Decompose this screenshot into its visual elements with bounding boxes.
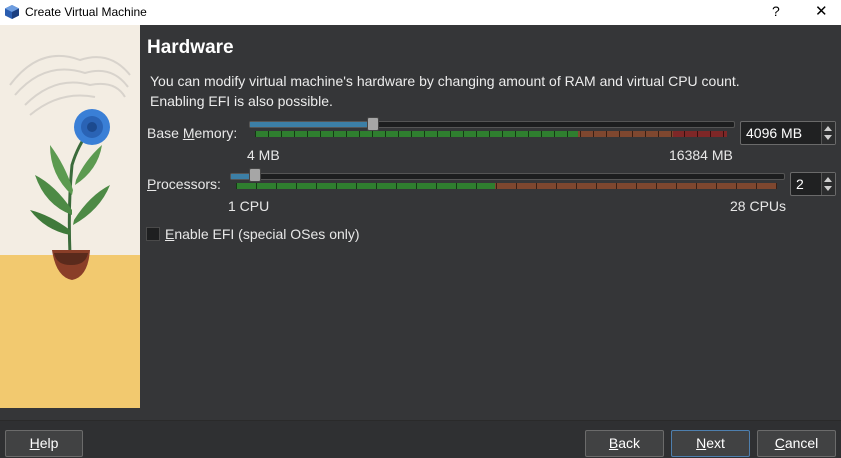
memory-slider-fill: [250, 122, 373, 127]
processors-max-label: 28 CPUs: [730, 198, 787, 214]
cancel-button[interactable]: Cancel: [757, 430, 836, 457]
window-title: Create Virtual Machine: [25, 5, 147, 19]
potted-flower-illustration: [0, 25, 140, 408]
processors-min-label: 1 CPU: [228, 198, 270, 214]
processors-slider-track[interactable]: [230, 173, 785, 180]
memory-value[interactable]: 4096 MB: [746, 125, 802, 141]
memory-slider-tick-marks: [255, 131, 727, 137]
help-button[interactable]: Help: [5, 430, 83, 457]
spin-up-icon[interactable]: [824, 177, 832, 182]
memory-min-label: 4 MB: [247, 147, 280, 163]
processors-slider-handle[interactable]: [249, 168, 261, 182]
processors-slider-tick-marks: [236, 183, 777, 189]
memory-slider-track[interactable]: [249, 121, 735, 128]
processors-spinbox[interactable]: 2: [790, 172, 836, 196]
memory-slider-handle[interactable]: [367, 117, 379, 131]
enable-efi-label[interactable]: Enable EFI (special OSes only): [165, 226, 360, 242]
processors-value[interactable]: 2: [796, 176, 804, 192]
back-button[interactable]: Back: [585, 430, 664, 457]
virtualbox-icon: [5, 5, 19, 19]
memory-spin-arrows[interactable]: [821, 122, 835, 144]
next-button[interactable]: Next: [671, 430, 750, 457]
spin-up-icon[interactable]: [824, 126, 832, 131]
processors-label: Processors:: [147, 176, 221, 192]
spin-down-icon[interactable]: [824, 135, 832, 140]
blue-flower-icon: [74, 109, 110, 145]
wizard-illustration: [0, 25, 140, 408]
page-title: Hardware: [147, 37, 234, 58]
memory-spinbox[interactable]: 4096 MB: [740, 121, 836, 145]
help-icon[interactable]: ?: [772, 3, 780, 19]
processors-spin-arrows[interactable]: [821, 173, 835, 195]
close-icon[interactable]: ✕: [815, 2, 828, 20]
memory-max-label: 16384 MB: [669, 147, 733, 163]
page-description: You can modify virtual machine's hardwar…: [150, 73, 740, 109]
title-bar: Create Virtual Machine ? ✕: [0, 0, 841, 25]
base-memory-label: Base Memory:: [147, 125, 238, 141]
spin-down-icon[interactable]: [824, 186, 832, 191]
enable-efi-checkbox[interactable]: [146, 227, 160, 241]
